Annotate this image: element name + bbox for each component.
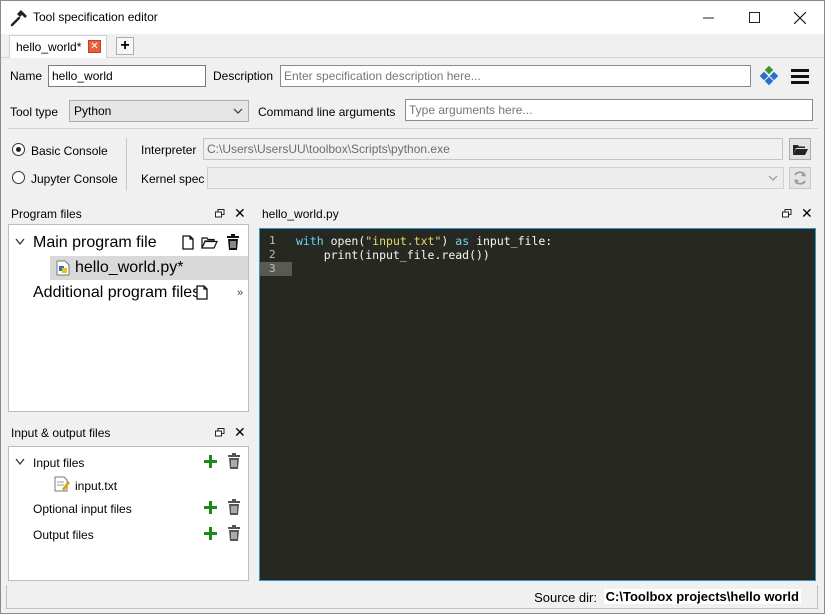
add-icon[interactable] [203, 526, 218, 541]
close-dock-icon[interactable]: ✕ [234, 424, 246, 441]
optional-input-files-label: Optional input files [33, 502, 132, 516]
trash-icon[interactable] [227, 499, 241, 515]
kernel-spec-label: Kernel spec [141, 172, 205, 186]
chevron-right-double-icon[interactable]: » [237, 287, 243, 299]
python-file-icon [56, 260, 70, 276]
tool-type-value: Python [74, 104, 112, 118]
interpreter-field[interactable]: C:\Users\UsersUU\toolbox\Scripts\python.… [203, 138, 783, 160]
name-label: Name [10, 69, 43, 83]
chevron-down-icon[interactable] [15, 458, 25, 466]
program-files-dock-titlebar: Program files ✕ [8, 204, 248, 222]
close-icon [794, 11, 806, 24]
float-dock-icon[interactable] [782, 209, 792, 218]
folder-open-icon [793, 144, 808, 155]
minimize-button[interactable] [685, 1, 731, 34]
jupyter-console-radio[interactable] [12, 171, 25, 184]
description-field[interactable]: Enter specification description here... [280, 65, 751, 87]
title-bar: Tool specification editor [1, 1, 824, 34]
code-text: print(input_file.read()) [296, 248, 490, 262]
code-line: with open("input.txt") as input_file: [296, 234, 552, 248]
new-file-icon[interactable] [196, 285, 208, 300]
code-string: "input.txt" [365, 234, 442, 248]
code-text: open( [323, 234, 366, 248]
tool-spec-editor-window: Tool specification editor hello_world* ✕… [0, 0, 825, 614]
output-files-label: Output files [33, 528, 94, 542]
minimize-icon [702, 17, 714, 19]
close-dock-icon[interactable]: ✕ [234, 205, 246, 222]
chevron-down-icon [768, 175, 778, 181]
menu-icon[interactable] [790, 67, 810, 85]
add-icon[interactable] [203, 500, 218, 515]
new-file-icon[interactable] [182, 235, 194, 250]
tool-type-select[interactable]: Python [69, 100, 249, 122]
browse-interpreter-button[interactable] [789, 138, 811, 160]
add-icon[interactable] [203, 454, 218, 469]
refresh-icon [794, 171, 806, 185]
main-file-row[interactable]: hello_world.py* [50, 256, 248, 280]
tab-close-icon[interactable]: ✕ [88, 40, 101, 53]
window-title: Tool specification editor [33, 10, 158, 24]
kernel-spec-select[interactable] [207, 167, 784, 189]
vertical-divider [126, 138, 127, 191]
io-files-tree: Input files input.txt Optional input fil… [8, 446, 249, 581]
main-program-file-label: Main program file [33, 234, 157, 251]
tab-hello-world[interactable]: hello_world* ✕ [9, 35, 107, 58]
code-text: input_file: [469, 234, 553, 248]
float-dock-icon[interactable] [215, 428, 225, 437]
refresh-kernels-button[interactable] [789, 167, 811, 189]
float-dock-icon[interactable] [215, 209, 225, 218]
code-keyword: as [455, 234, 470, 248]
open-folder-icon[interactable] [201, 236, 218, 249]
trash-icon[interactable] [227, 525, 241, 541]
close-window-button[interactable] [777, 1, 823, 34]
status-bar: Source dir: C:\Toolbox projects\hello wo… [6, 585, 818, 609]
add-tab-button[interactable]: + [116, 37, 134, 55]
interpreter-label: Interpreter [141, 143, 197, 157]
divider [8, 128, 818, 129]
editor-dock-titlebar: hello_world.py ✕ [259, 204, 816, 222]
basic-console-radio[interactable] [12, 143, 25, 156]
source-dir-value: C:\Toolbox projects\hello world [603, 589, 801, 604]
input-files-label: Input files [33, 456, 85, 470]
description-label: Description [213, 69, 274, 83]
tab-label: hello_world* [16, 40, 82, 54]
trash-icon[interactable] [226, 234, 240, 250]
line-number: 1 [269, 234, 276, 247]
text-file-edit-icon [54, 476, 70, 492]
line-number-gutter: 123 [260, 229, 292, 580]
maximize-icon [748, 12, 760, 23]
code-keyword: with [296, 234, 324, 248]
tab-bar: hello_world* ✕ + [1, 34, 824, 58]
close-dock-icon[interactable]: ✕ [801, 205, 813, 222]
program-files-title: Program files [11, 207, 82, 221]
chevron-down-icon [233, 108, 243, 114]
io-files-dock-titlebar: Input & output files ✕ [8, 423, 248, 441]
name-field[interactable]: hello_world [48, 65, 206, 87]
additional-program-files-label: Additional program files [33, 284, 201, 301]
basic-console-label: Basic Console [31, 144, 108, 158]
cmdline-label: Command line arguments [258, 105, 396, 119]
trash-icon[interactable] [227, 453, 241, 469]
line-number: 2 [269, 248, 276, 261]
program-files-tree: Main program file hello_world.py* Additi… [8, 224, 249, 412]
main-file-name: hello_world.py* [75, 259, 184, 276]
hammer-icon [10, 10, 27, 27]
maximize-button[interactable] [731, 1, 777, 34]
io-files-title: Input & output files [11, 426, 111, 440]
code-text: ) [441, 234, 456, 248]
input-file-name[interactable]: input.txt [75, 479, 117, 493]
line-number: 3 [260, 262, 292, 276]
editor-title: hello_world.py [262, 207, 339, 221]
source-dir-label: Source dir: [534, 590, 597, 605]
cmdline-args-field[interactable]: Type arguments here... [405, 99, 813, 121]
tool-type-label: Tool type [10, 105, 59, 119]
specification-logo-icon[interactable] [759, 65, 779, 86]
jupyter-console-label: Jupyter Console [31, 172, 118, 186]
code-line: print(input_file.read()) [296, 248, 490, 262]
code-editor[interactable]: 123 with open("input.txt") as input_file… [259, 228, 816, 581]
chevron-down-icon[interactable] [15, 238, 25, 246]
